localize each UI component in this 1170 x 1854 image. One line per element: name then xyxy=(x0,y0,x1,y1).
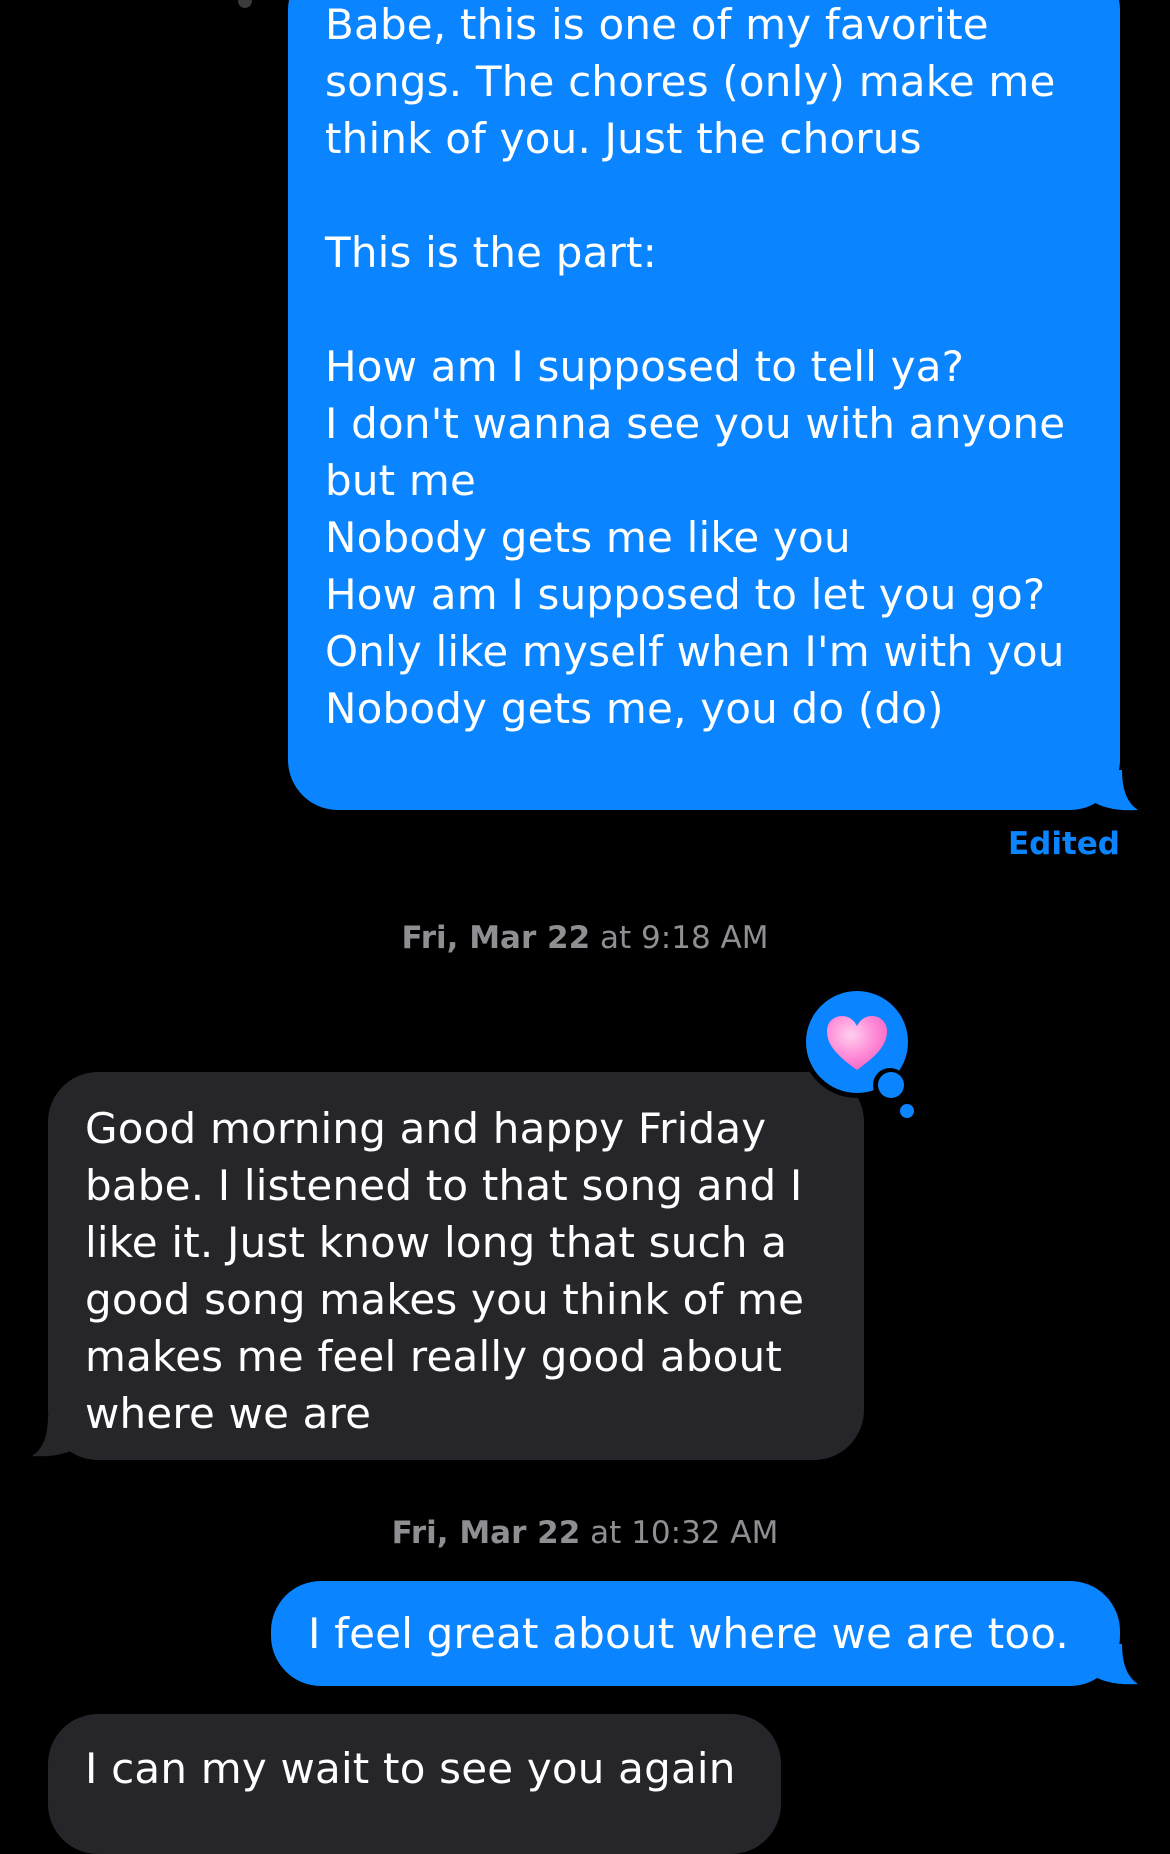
message-timestamp: Fri, Mar 22 at 9:18 AM xyxy=(0,920,1170,956)
sent-bubble-tail xyxy=(1090,770,1138,811)
received-message-bubble[interactable]: Good morning and happy Friday babe. I li… xyxy=(48,1072,864,1460)
tapback-reaction[interactable] xyxy=(801,986,913,1102)
received-bubble-tail xyxy=(32,1416,80,1457)
tapback-dot xyxy=(900,1104,914,1118)
timestamp-day: Fri, Mar 22 xyxy=(401,920,591,956)
message-timestamp: Fri, Mar 22 at 10:32 AM xyxy=(0,1515,1170,1551)
sent-message-bubble[interactable]: Babe, this is one of my favorite songs. … xyxy=(288,0,1120,810)
received-message-bubble[interactable]: I can my wait to see you again xyxy=(48,1714,781,1854)
timestamp-day: Fri, Mar 22 xyxy=(391,1515,581,1551)
message-text: I feel great about where we are too. xyxy=(308,1609,1069,1658)
timestamp-time: at 10:32 AM xyxy=(580,1515,779,1551)
pink-heart-icon xyxy=(827,1016,887,1070)
message-text: Good morning and happy Friday babe. I li… xyxy=(85,1104,805,1438)
timestamp-time: at 9:18 AM xyxy=(590,920,769,956)
scroll-dot xyxy=(238,0,252,8)
sent-bubble-tail xyxy=(1090,1644,1138,1685)
message-text: I can my wait to see you again xyxy=(85,1744,736,1793)
message-text: Babe, this is one of my favorite songs. … xyxy=(325,0,1066,733)
sent-message-bubble[interactable]: I feel great about where we are too. xyxy=(271,1581,1120,1686)
edited-label[interactable]: Edited xyxy=(1008,826,1120,862)
